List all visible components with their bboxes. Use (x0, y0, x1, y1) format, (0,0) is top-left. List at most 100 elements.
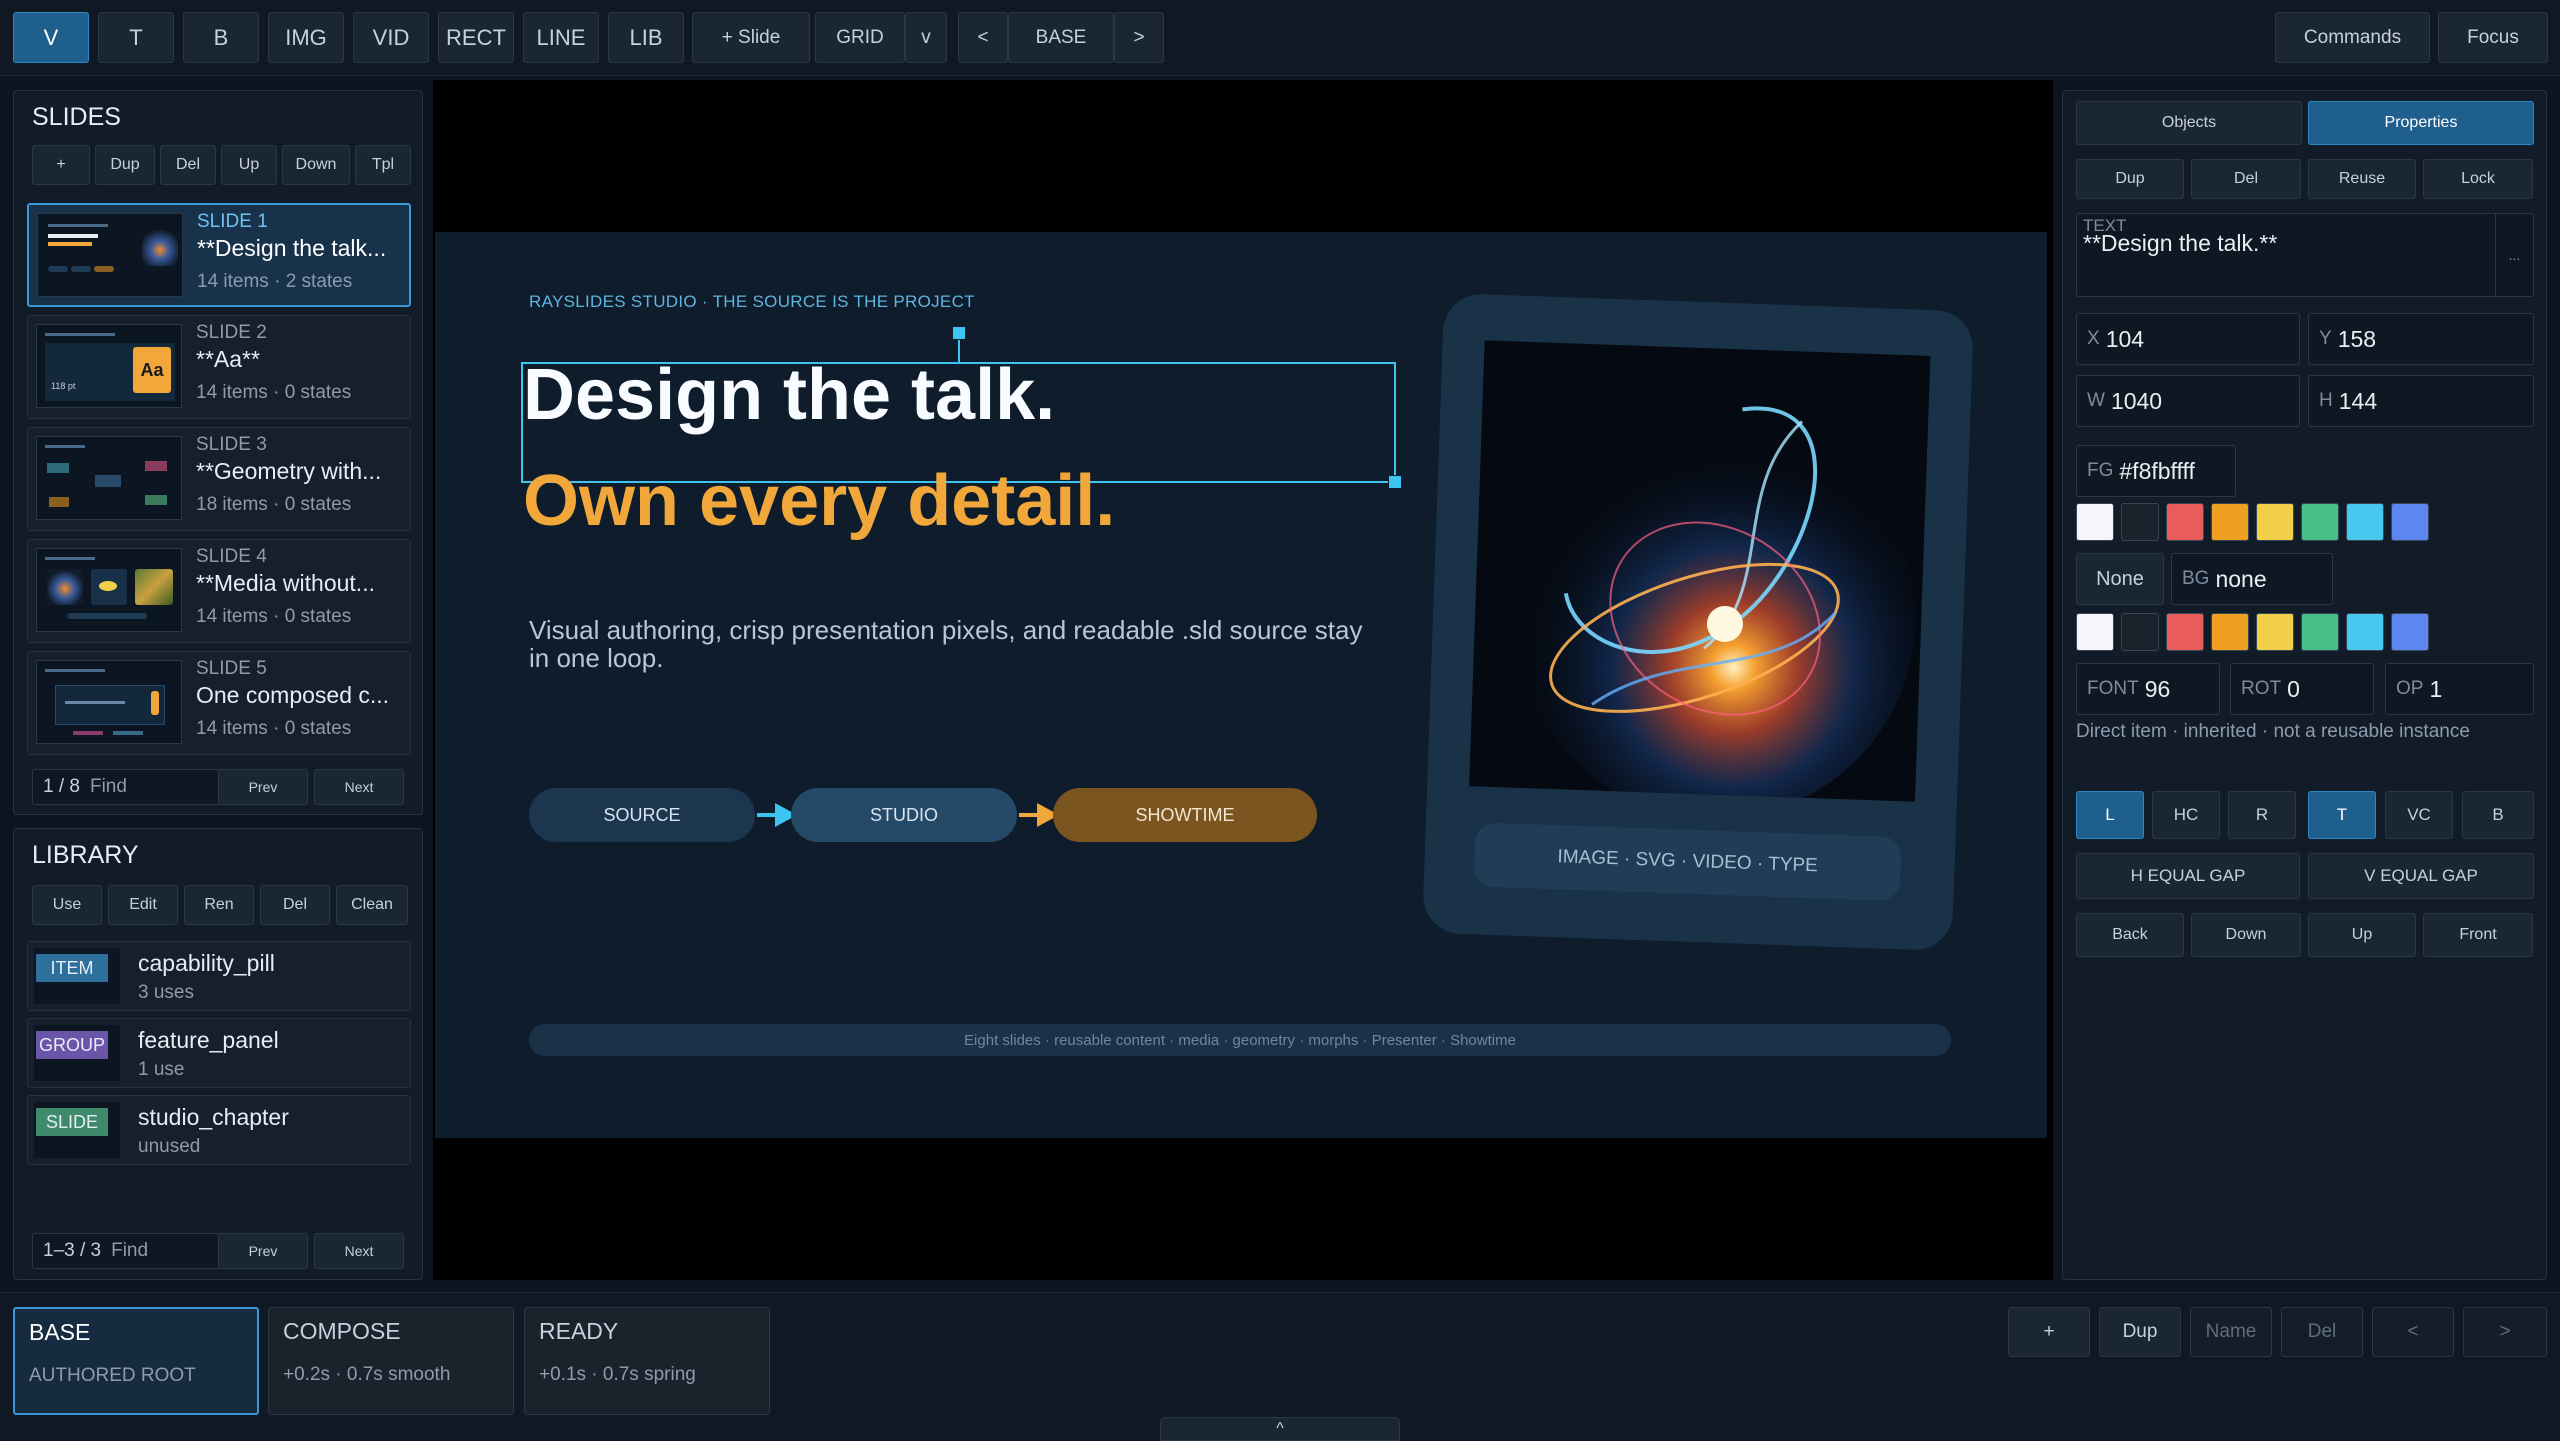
tool-rect[interactable]: RECT (438, 12, 514, 63)
add-slide-button[interactable]: + Slide (692, 12, 810, 63)
artwork-image[interactable] (1469, 340, 1931, 802)
media-card[interactable]: IMAGE · SVG · VIDEO · TYPE (1421, 292, 1975, 952)
fg-color-field[interactable]: FG #f8fbffff (2076, 445, 2236, 497)
slide-down-button[interactable]: Down (282, 145, 350, 185)
collapse-panel-button[interactable]: ^ (1160, 1417, 1400, 1441)
library-delete-button[interactable]: Del (260, 885, 330, 925)
slide-list-item-1[interactable]: SLIDE 1 **Design the talk... 14 items · … (27, 203, 411, 307)
opacity-field[interactable]: OP 1 (2385, 663, 2534, 715)
align-vcenter-button[interactable]: VC (2385, 791, 2453, 839)
slide-list-item-3[interactable]: SLIDE 3 **Geometry with... 18 items · 0 … (27, 427, 411, 531)
send-backward-button[interactable]: Down (2191, 913, 2301, 957)
fg-swatch-cyan[interactable] (2346, 503, 2384, 541)
fg-swatch-orange[interactable] (2211, 503, 2249, 541)
slides-next-button[interactable]: Next (314, 769, 404, 805)
state-card-compose[interactable]: COMPOSE +0.2s · 0.7s smooth (268, 1307, 514, 1415)
library-item-1[interactable]: ITEM capability_pill 3 uses (27, 941, 411, 1011)
x-field[interactable]: X 104 (2076, 313, 2300, 365)
commands-button[interactable]: Commands (2275, 12, 2430, 63)
library-rename-button[interactable]: Ren (184, 885, 254, 925)
slide-list-item-4[interactable]: SLIDE 4 **Media without... 14 items · 0 … (27, 539, 411, 643)
inspector-lock-button[interactable]: Lock (2423, 159, 2533, 199)
dup-slide-button[interactable]: Dup (95, 145, 155, 185)
state-card-base[interactable]: BASE AUTHORED ROOT (13, 1307, 259, 1415)
align-hcenter-button[interactable]: HC (2152, 791, 2220, 839)
tool-line[interactable]: LINE (523, 12, 599, 63)
align-right-button[interactable]: R (2228, 791, 2296, 839)
tab-properties[interactable]: Properties (2308, 101, 2534, 145)
pill-source[interactable]: SOURCE (529, 788, 755, 842)
v-equal-gap-button[interactable]: V EQUAL GAP (2308, 853, 2534, 899)
card-caption[interactable]: IMAGE · SVG · VIDEO · TYPE (1473, 822, 1902, 902)
fg-swatch-red[interactable] (2166, 503, 2204, 541)
grid-dropdown-button[interactable]: v (905, 12, 947, 63)
name-state-button[interactable]: Name (2190, 1307, 2272, 1357)
h-field[interactable]: H 144 (2308, 375, 2534, 427)
tool-select[interactable]: V (13, 12, 89, 63)
slide-kicker[interactable]: RAYSLIDES STUDIO · THE SOURCE IS THE PRO… (529, 292, 975, 312)
y-field[interactable]: Y 158 (2308, 313, 2534, 365)
bg-swatch-red[interactable] (2166, 613, 2204, 651)
dup-state-button[interactable]: Dup (2099, 1307, 2181, 1357)
library-item-3[interactable]: SLIDE studio_chapter unused (27, 1095, 411, 1165)
library-find-field[interactable]: 1–3 / 3 Find (32, 1233, 224, 1269)
tool-image[interactable]: IMG (268, 12, 344, 63)
inspector-del-button[interactable]: Del (2191, 159, 2301, 199)
text-field[interactable]: TEXT **Design the talk.** ... (2076, 213, 2534, 297)
bg-swatch-orange[interactable] (2211, 613, 2249, 651)
library-clean-button[interactable]: Clean (336, 885, 408, 925)
del-state-button[interactable]: Del (2281, 1307, 2363, 1357)
bg-swatch-blue[interactable] (2391, 613, 2429, 651)
pill-studio[interactable]: STUDIO (791, 788, 1017, 842)
fg-swatch-green[interactable] (2301, 503, 2339, 541)
align-left-button[interactable]: L (2076, 791, 2144, 839)
bg-swatch-cyan[interactable] (2346, 613, 2384, 651)
del-slide-button[interactable]: Del (160, 145, 216, 185)
slide-template-button[interactable]: Tpl (355, 145, 411, 185)
slides-prev-button[interactable]: Prev (218, 769, 308, 805)
library-next-button[interactable]: Next (314, 1233, 404, 1269)
prev-state-small-button[interactable]: < (2372, 1307, 2454, 1357)
add-state-button[interactable]: + (2008, 1307, 2090, 1357)
bring-to-front-button[interactable]: Front (2423, 913, 2533, 957)
inspector-reuse-button[interactable]: Reuse (2308, 159, 2416, 199)
inspector-dup-button[interactable]: Dup (2076, 159, 2184, 199)
align-bottom-button[interactable]: B (2462, 791, 2534, 839)
prev-state-button[interactable]: < (958, 12, 1008, 63)
rotation-field[interactable]: ROT 0 (2230, 663, 2374, 715)
grid-button[interactable]: GRID (815, 12, 905, 63)
tool-box[interactable]: B (183, 12, 259, 63)
fg-swatch-yellow[interactable] (2256, 503, 2294, 541)
fg-swatch-dark[interactable] (2121, 503, 2159, 541)
tool-video[interactable]: VID (353, 12, 429, 63)
slide-footer[interactable]: Eight slides · reusable content · media … (529, 1024, 1951, 1056)
slide-subheadline[interactable]: Own every detail. (523, 460, 1115, 542)
slide-list-item-5[interactable]: SLIDE 5 One composed c... 14 items · 0 s… (27, 651, 411, 755)
w-field[interactable]: W 1040 (2076, 375, 2300, 427)
send-to-back-button[interactable]: Back (2076, 913, 2184, 957)
bring-forward-button[interactable]: Up (2308, 913, 2416, 957)
rotate-handle[interactable] (952, 326, 966, 340)
bg-none-button[interactable]: None (2076, 553, 2164, 605)
pill-showtime[interactable]: SHOWTIME (1053, 788, 1317, 842)
state-selector[interactable]: BASE (1008, 12, 1114, 63)
state-card-ready[interactable]: READY +0.1s · 0.7s spring (524, 1307, 770, 1415)
slides-find-field[interactable]: 1 / 8 Find (32, 769, 224, 805)
tool-library[interactable]: LIB (608, 12, 684, 63)
next-state-button[interactable]: > (1114, 12, 1164, 63)
fg-swatch-white[interactable] (2076, 503, 2114, 541)
slide-list-item-2[interactable]: 118 pt Aa SLIDE 2 **Aa** 14 items · 0 st… (27, 315, 411, 419)
bg-swatch-dark[interactable] (2121, 613, 2159, 651)
resize-handle[interactable] (1388, 475, 1402, 489)
next-state-small-button[interactable]: > (2463, 1307, 2547, 1357)
text-expand-button[interactable]: ... (2495, 214, 2533, 296)
fg-swatch-blue[interactable] (2391, 503, 2429, 541)
bg-swatch-yellow[interactable] (2256, 613, 2294, 651)
focus-button[interactable]: Focus (2438, 12, 2548, 63)
library-edit-button[interactable]: Edit (108, 885, 178, 925)
library-prev-button[interactable]: Prev (218, 1233, 308, 1269)
h-equal-gap-button[interactable]: H EQUAL GAP (2076, 853, 2300, 899)
align-top-button[interactable]: T (2308, 791, 2376, 839)
slide-up-button[interactable]: Up (221, 145, 277, 185)
library-item-2[interactable]: GROUP feature_panel 1 use (27, 1018, 411, 1088)
